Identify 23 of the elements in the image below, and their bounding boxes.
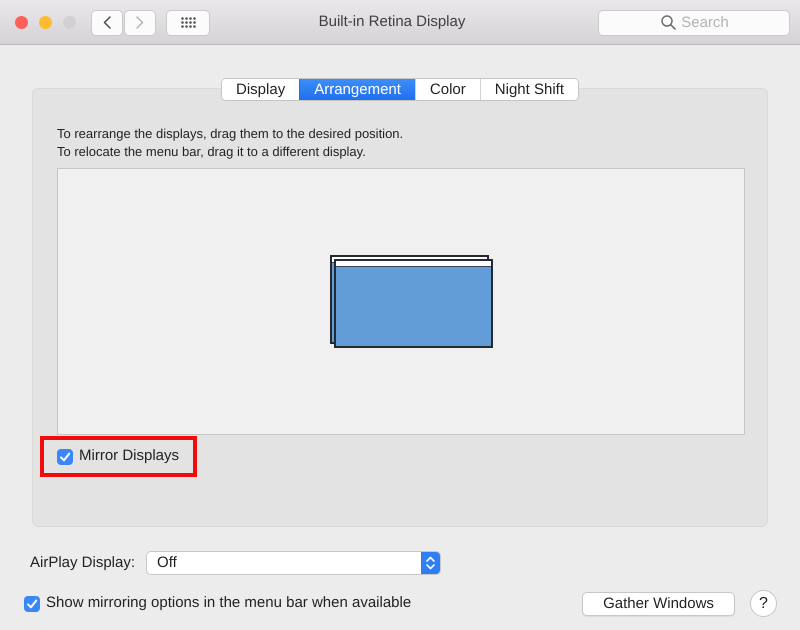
search-icon xyxy=(661,14,676,30)
field-label: AirPlay Display: xyxy=(30,552,136,573)
show-all-button[interactable] xyxy=(166,10,210,36)
stepper-icon xyxy=(421,552,440,574)
instruction-text: To rearrange the displays, drag them to the desired position. xyxy=(57,125,404,143)
gather-windows-button[interactable]: Gather Windows xyxy=(582,592,735,616)
chevron-right-icon xyxy=(136,16,144,29)
checkbox[interactable] xyxy=(57,448,73,464)
checkbox[interactable] xyxy=(24,596,40,612)
close-button[interactable] xyxy=(15,16,28,29)
instruction-text: To relocate the menu bar, drag it to a different display. xyxy=(57,143,367,161)
checkbox-label: Mirror Displays xyxy=(79,446,180,466)
window-title: Built-in Retina Display xyxy=(318,13,466,30)
search-field[interactable]: Search xyxy=(598,10,790,36)
tab[interactable]: Night Shift xyxy=(480,79,578,100)
checkbox-label: Show mirroring options in the menu bar when available xyxy=(46,593,412,614)
help-button[interactable]: ? xyxy=(750,590,777,617)
tab[interactable]: Arrangement xyxy=(299,79,415,100)
grid-icon xyxy=(180,17,196,28)
back-button[interactable] xyxy=(91,10,123,36)
airplay-dropdown[interactable]: Off xyxy=(146,551,442,575)
mirrored-displays-drawing[interactable] xyxy=(330,255,492,348)
chevron-left-icon xyxy=(103,16,111,29)
